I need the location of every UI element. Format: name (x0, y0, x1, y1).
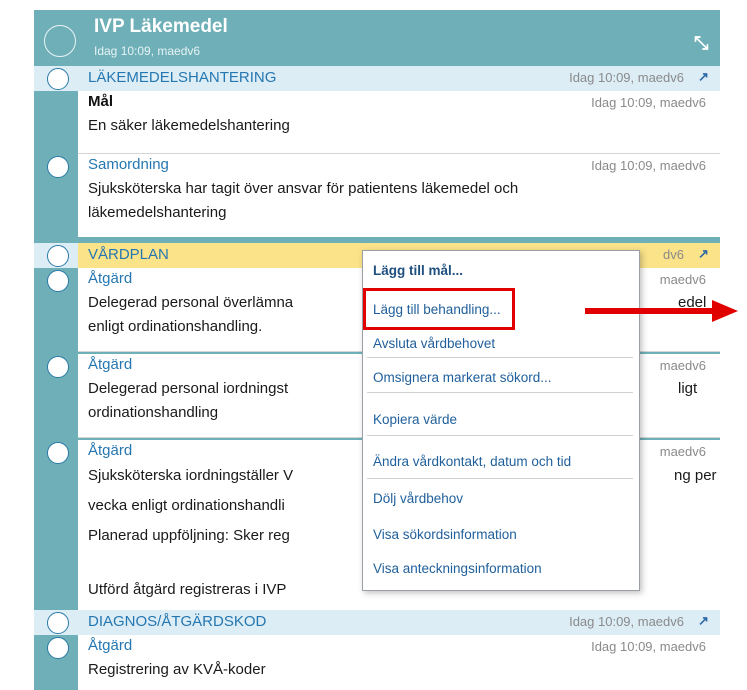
timestamp: Idag 10:09, maedv6 (569, 614, 684, 629)
entry-title: Samordning (88, 156, 169, 173)
list-item[interactable]: Samordning Idag 10:09, maedv6 Sjuksköter… (34, 154, 720, 237)
menu-item-end-care-need[interactable]: Avsluta vårdbehovet (373, 336, 495, 351)
entry-text: Planerad uppföljning: Sker reg (88, 527, 290, 544)
entry-text: Sjuksköterska har tagit över ansvar för … (88, 180, 519, 197)
select-circle[interactable] (47, 637, 69, 659)
entry-text: läkemedelshantering (88, 204, 227, 221)
select-circle[interactable] (47, 612, 69, 634)
panel-subtitle: Idag 10:09, maedv6 (94, 44, 201, 58)
menu-item-hide-care-need[interactable]: Dölj vårdbehov (373, 491, 463, 506)
entry-title: Åtgärd (88, 637, 133, 654)
category-label: DIAGNOS/ÅTGÄRDSKOD (88, 613, 267, 630)
timestamp: maedv6 (659, 358, 706, 373)
pin-icon[interactable]: ↗ (698, 613, 709, 629)
timestamp: maedv6 (659, 444, 706, 459)
list-item[interactable]: Mål Idag 10:09, maedv6 En säker läkemede… (34, 91, 720, 153)
pin-icon[interactable]: ↗ (698, 69, 709, 85)
menu-item-copy-value[interactable]: Kopiera värde (373, 412, 457, 427)
entry-text: Sjuksköterska iordningställer V (88, 467, 294, 484)
timestamp: dv6 (663, 247, 684, 262)
entry-title: Åtgärd (88, 356, 133, 373)
entry-title: Åtgärd (88, 270, 133, 287)
menu-divider (367, 357, 633, 358)
collapse-icon[interactable]: ⤡ (694, 33, 708, 54)
menu-item-show-note-info[interactable]: Visa anteckningsinformation (373, 561, 542, 576)
menu-divider (367, 478, 633, 479)
timestamp: Idag 10:09, maedv6 (591, 639, 706, 654)
menu-item-show-keyword-info[interactable]: Visa sökordsinformation (373, 527, 517, 542)
category-label: LÄKEMEDELSHANTERING (88, 69, 277, 86)
menu-divider (367, 435, 633, 436)
select-circle[interactable] (47, 156, 69, 178)
panel-title: IVP Läkemedel (94, 16, 228, 37)
entry-text: Delegerad personal överlämna (88, 294, 294, 311)
entry-text: Delegerad personal iordningst (88, 380, 289, 397)
menu-divider (367, 392, 633, 393)
select-circle[interactable] (47, 356, 69, 378)
timestamp: Idag 10:09, maedv6 (591, 158, 706, 173)
select-circle[interactable] (47, 245, 69, 267)
entry-text: En säker läkemedelshantering (88, 117, 290, 134)
entry-text-tail: ligt (678, 380, 698, 397)
category-row[interactable]: DIAGNOS/ÅTGÄRDSKOD Idag 10:09, maedv6 ↗ (34, 610, 720, 635)
timestamp: Idag 10:09, maedv6 (591, 95, 706, 110)
list-item[interactable]: Åtgärd Idag 10:09, maedv6 Registrering a… (34, 635, 720, 690)
panel-header[interactable]: IVP Läkemedel Idag 10:09, maedv6 ⤡ (34, 10, 720, 66)
select-circle[interactable] (47, 68, 69, 90)
category-row[interactable]: LÄKEMEDELSHANTERING Idag 10:09, maedv6 ↗ (34, 66, 720, 91)
entry-title: Åtgärd (88, 442, 133, 459)
annotation-arrow (585, 308, 717, 314)
select-circle[interactable] (44, 25, 76, 57)
highlight-box (363, 288, 515, 330)
timestamp: Idag 10:09, maedv6 (569, 70, 684, 85)
select-circle[interactable] (47, 270, 69, 292)
entry-text: Utförd åtgärd registreras i IVP (88, 581, 287, 598)
menu-item-add-goal[interactable]: Lägg till mål... (373, 263, 463, 278)
entry-text-tail: ng per (674, 467, 717, 484)
category-label: VÅRDPLAN (88, 246, 169, 263)
arrow-head-icon (712, 300, 738, 322)
select-circle[interactable] (47, 442, 69, 464)
entry-text: ordinationshandling (88, 404, 219, 421)
entry-text: enligt ordinationshandling. (88, 318, 263, 335)
pin-icon[interactable]: ↗ (698, 246, 709, 262)
entry-text: vecka enligt ordinationshandli (88, 497, 285, 514)
entry-text: Registrering av KVÅ-koder (88, 661, 266, 678)
menu-item-change-contact[interactable]: Ändra vårdkontakt, datum och tid (373, 454, 571, 469)
menu-item-resign-keyword[interactable]: Omsignera markerat sökord... (373, 370, 552, 385)
entry-title: Mål (88, 93, 114, 110)
timestamp: maedv6 (659, 272, 706, 287)
